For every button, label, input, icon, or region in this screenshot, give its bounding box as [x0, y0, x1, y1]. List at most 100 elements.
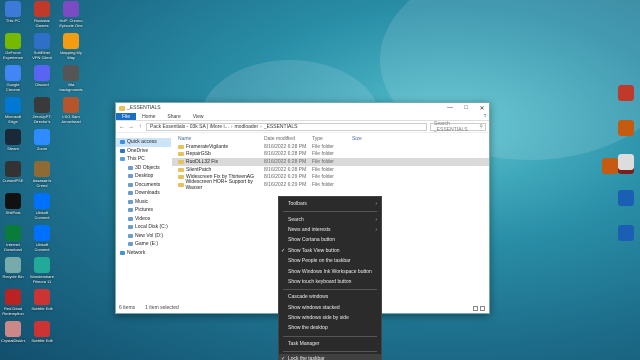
menu-item[interactable]: Show the desktop — [279, 323, 381, 333]
table-row[interactable]: FramerateVigilante 8/16/2022 6:28 PM File … — [172, 143, 489, 151]
desktop-icon-label: Wondershare Filmora 11 — [30, 274, 54, 284]
desktop-icon[interactable]: CrystalDiskInfo — [1, 321, 25, 348]
tab-view[interactable]: View — [187, 113, 210, 120]
desktop-icon[interactable]: Microsoft Edge — [1, 97, 25, 124]
desktop-icon[interactable]: Ubisoft Connect — [30, 225, 54, 252]
menu-item[interactable]: Cascade windows — [279, 292, 381, 302]
nav-quick-access[interactable]: Quick access — [116, 138, 171, 147]
folder-icon — [178, 152, 184, 157]
nav-onedrive[interactable]: OneDrive — [116, 147, 171, 156]
desktop-icon[interactable]: CursedPSE — [1, 161, 25, 188]
table-row[interactable]: RuoDLL32 Fix 8/16/2022 6:28 PM File folder — [172, 158, 489, 166]
window-title: _ESSENTIALS — [127, 105, 161, 111]
nav-item-label: Videos — [135, 215, 151, 222]
nav-item[interactable]: 3D Objects — [116, 164, 171, 173]
desktop-icon[interactable]: Zoom — [30, 129, 54, 156]
minimize-button[interactable]: — — [443, 103, 457, 113]
desktop-icon[interactable]: SoftEther VPN Client Manager — [30, 33, 54, 60]
nav-item[interactable]: Game (E:) — [116, 240, 171, 249]
desktop-icon[interactable]: Internet Download Manager — [1, 225, 25, 252]
table-row[interactable]: Widescreen HOR+ Support by Wasser 8/16/20… — [172, 179, 489, 191]
desktop-icon[interactable]: Mapping My Way Remastered — [59, 33, 83, 60]
desktop-icon[interactable]: This PC — [1, 1, 25, 28]
desktop-icon[interactable]: LSG Sam Arrowhead — [59, 97, 83, 124]
desktop-icon[interactable]: Rockstar Games Launcher — [30, 1, 54, 28]
column-name[interactable]: Name — [178, 136, 264, 142]
back-icon[interactable]: ← — [119, 124, 125, 130]
menu-item[interactable]: Show People on the taskbar — [279, 256, 381, 266]
menu-item[interactable]: Show Windows Ink Workspace button — [279, 266, 381, 276]
desktop-icon[interactable]: Subtitle Edit — [30, 289, 54, 316]
details-view-icon[interactable] — [473, 305, 478, 311]
desktop-icon[interactable]: Discord — [30, 65, 54, 92]
desktop-icon-label: Rockstar Games Launcher — [34, 18, 50, 28]
menu-item[interactable]: ✓ Show Task View button — [279, 246, 381, 256]
up-icon[interactable]: ↑ — [137, 124, 143, 130]
menu-item[interactable]: Toolbars › — [279, 199, 381, 209]
large-icons-view-icon[interactable] — [480, 305, 485, 311]
table-row[interactable]: RepairGSb 8/16/2022 6:28 PM File folder — [172, 151, 489, 159]
forward-icon[interactable]: → — [128, 124, 134, 130]
menu-item[interactable]: Show windows side by side — [279, 313, 381, 323]
menu-item[interactable]: Show windows stacked — [279, 303, 381, 313]
breadcrumb-3[interactable]: _ESSENTIALS — [264, 124, 298, 130]
drive-icon — [128, 182, 133, 187]
menu-item[interactable]: ✓ Lock the taskbar — [279, 354, 381, 360]
date-cell: 8/16/2022 6:28 PM — [264, 166, 307, 173]
nav-item[interactable]: Documents — [116, 181, 171, 190]
nav-item[interactable]: Music — [116, 198, 171, 207]
nav-this-pc[interactable]: This PC — [116, 155, 171, 164]
tab-share[interactable]: Share — [161, 113, 186, 120]
desktop-icon[interactable]: Wondershare Filmora 11 — [30, 257, 54, 284]
desktop-icon[interactable]: Recycle Bin — [1, 257, 25, 284]
desktop-icon[interactable]: Assassin's Creed Origins — [30, 161, 54, 188]
chevron-right-icon: › — [260, 123, 262, 130]
desktop-icon[interactable]: Red Dead Redemption 2 — [1, 289, 25, 316]
nav-item[interactable]: Local Disk (C:) — [116, 223, 171, 232]
column-size[interactable]: Size — [352, 136, 382, 142]
desktop-icon[interactable]: GeForce Experience — [1, 33, 25, 60]
breadcrumb-2[interactable]: modloader — [235, 124, 259, 130]
app-icon — [5, 225, 21, 241]
nav-item[interactable]: New Vol (D:) — [116, 232, 171, 241]
menu-item[interactable]: News and interests › — [279, 225, 381, 235]
desktop-icon[interactable]: ZeroUpPT: Director's Cut — [30, 97, 54, 124]
desktop-icon[interactable]: Ubisoft Connect — [30, 193, 54, 220]
table-row[interactable]: SilentPatch 8/16/2022 6:28 PM File folder — [172, 166, 489, 174]
nav-item[interactable]: Downloads — [116, 189, 171, 198]
search-input[interactable]: Search _ESSENTIALS ⚲ — [430, 121, 486, 133]
desktop-icon[interactable]: Google Chrome — [1, 65, 25, 92]
tab-file[interactable]: File — [116, 113, 137, 120]
menu-item[interactable]: Show touch keyboard button — [279, 277, 381, 287]
nav-item[interactable]: Videos — [116, 215, 171, 224]
desktop-icon[interactable] — [614, 190, 638, 207]
desktop-icon[interactable]: Vita backgrounds — [59, 65, 83, 92]
desktop-icon[interactable]: Subtitle Edit — [30, 321, 54, 348]
desktop-icon[interactable] — [614, 154, 638, 171]
desktop-icon[interactable]: Steam — [1, 129, 25, 156]
address-bar[interactable]: Pack Essentials - 03k SA | iMore i... › … — [146, 122, 427, 131]
desktop-icon[interactable]: ShitPost — [1, 193, 25, 220]
file-name: RepairGSb — [186, 151, 211, 158]
column-date[interactable]: Date modified — [264, 136, 312, 142]
desktop-icon[interactable] — [614, 120, 638, 137]
help-button[interactable]: ? — [481, 113, 489, 120]
desktop-icon[interactable] — [614, 85, 638, 102]
title-bar[interactable]: _ESSENTIALS — □ ✕ — [116, 103, 489, 113]
desktop-icon[interactable] — [614, 225, 638, 242]
maximize-button[interactable]: □ — [459, 103, 473, 113]
menu-item[interactable]: Show Cortana button — [279, 235, 381, 245]
menu-item[interactable]: Task Manager — [279, 339, 381, 349]
desktop-icon[interactable]: HoP: Chrono Episode One — [59, 1, 83, 28]
nav-network[interactable]: Network — [116, 249, 171, 258]
close-button[interactable]: ✕ — [475, 103, 489, 113]
nav-item-label: Downloads — [135, 190, 160, 197]
breadcrumb-1[interactable]: Pack Essentials - 03k SA | iMore i... — [150, 124, 229, 130]
tab-home[interactable]: Home — [136, 113, 161, 120]
app-icon — [34, 289, 50, 305]
column-type[interactable]: Type — [312, 136, 352, 142]
nav-item[interactable]: Desktop — [116, 172, 171, 181]
nav-item[interactable]: Pictures — [116, 206, 171, 215]
app-icon — [618, 154, 634, 170]
menu-item[interactable]: Search › — [279, 214, 381, 224]
